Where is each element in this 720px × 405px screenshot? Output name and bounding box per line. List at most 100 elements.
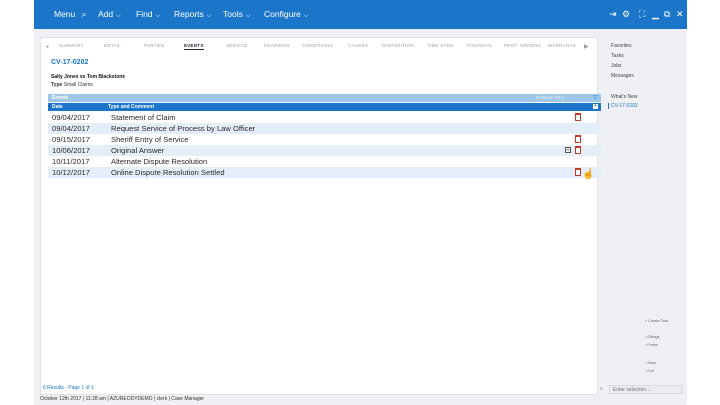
event-desc: Statement of Claim [111, 113, 176, 122]
action-create-task[interactable]: + Create Task [645, 319, 668, 323]
event-date: 10/12/2017 [52, 168, 91, 177]
case-type-value: Small Claims [63, 82, 93, 88]
action-label: Efilings [647, 335, 660, 339]
event-date: 09/15/2017 [52, 135, 91, 144]
event-desc: Request Service of Process by Law Office… [111, 124, 256, 133]
status-bar: October 12th 2017 | 11:28 am | AZUREODYD… [40, 396, 205, 402]
action-efilings[interactable]: › Efilings [645, 335, 660, 339]
search-icon[interactable]: ⌕ [82, 9, 87, 19]
panel-resize-icon[interactable]: ≡ [600, 386, 603, 392]
event-date: 09/04/2017 [52, 124, 91, 133]
app-window: Menu ⌕ Add ⌵ Find ⌵ Reports ⌵ Tools ⌵ Config… [34, 0, 687, 405]
tab-hearings[interactable]: HEARINGS [264, 43, 290, 48]
minimize-icon[interactable]: ▁ [652, 9, 659, 20]
sidebar-item-messages[interactable]: Messages [611, 73, 634, 79]
restore-icon[interactable]: ⧉ [664, 9, 670, 20]
document-icon[interactable] [575, 135, 581, 143]
events-section-header: Events Collapse Print ▽ [48, 94, 601, 102]
chevron-down-icon: ⌵ [245, 13, 251, 19]
tab-service[interactable]: SERVICE [226, 43, 247, 48]
case-number[interactable]: CV-17-0202 [51, 59, 88, 66]
find-menu[interactable]: Find ⌵ [136, 9, 160, 20]
hand-cursor-icon: ☝ [582, 169, 595, 180]
selection-input[interactable]: Enter selection... [609, 385, 683, 394]
history-icon[interactable]: H [565, 147, 571, 153]
action-label: Forms [647, 343, 659, 347]
sidebar-item-jobs[interactable]: Jobs [611, 63, 622, 69]
find-label: Find [136, 9, 153, 19]
event-desc: Original Answer [111, 146, 165, 155]
results-count: 6 Results - Page 1 of 1 [43, 385, 94, 391]
tab-detail[interactable]: DETAIL [104, 43, 121, 48]
table-row[interactable]: 10/11/2017 Alternate Dispute Resolution [48, 156, 601, 167]
menu-label: Menu [54, 9, 76, 19]
column-header-date[interactable]: Date [52, 104, 63, 110]
tab-scroll-right-icon[interactable]: ▶ [584, 43, 589, 50]
action-save[interactable]: › Save [645, 361, 656, 365]
login-icon[interactable]: ⇥ [609, 9, 617, 20]
configure-menu[interactable]: Configure ⌵ [264, 9, 308, 20]
case-panel: ● SUMMARY DETAIL PARTIES EVENTS SERVICE … [40, 37, 603, 395]
column-header-type[interactable]: Type and Comment [108, 104, 154, 110]
tab-causes[interactable]: CAUSES [348, 43, 368, 48]
case-type: Type Small Claims [51, 82, 93, 88]
close-icon[interactable]: ✕ [676, 9, 684, 20]
tools-menu[interactable]: Tools ⌵ [223, 9, 250, 20]
reports-label: Reports [174, 9, 204, 19]
table-row[interactable]: 09/04/2017 Request Service of Process by… [48, 123, 601, 134]
document-icon[interactable] [575, 146, 581, 154]
table-row[interactable]: 10/12/2017 Online Dispute Resolution Set… [48, 167, 601, 178]
whats-new-item[interactable]: CV-17-0202 [608, 103, 638, 109]
case-title: Sally Jones vs Tom Blackstone [51, 74, 126, 80]
tab-financial[interactable]: FINANCIAL [467, 43, 493, 48]
top-nav-bar: Menu ⌕ Add ⌵ Find ⌵ Reports ⌵ Tools ⌵ Config… [34, 0, 687, 29]
sidebar-item-favorites[interactable]: Favorites [611, 43, 632, 49]
add-menu[interactable]: Add ⌵ [98, 9, 121, 20]
event-desc: Online Dispute Resolution Settled [111, 168, 225, 177]
sidebar-item-tasks[interactable]: Tasks [611, 53, 624, 59]
action-label: Save [647, 361, 656, 365]
action-forms[interactable]: › Forms [645, 343, 658, 347]
action-label: Create Task [648, 319, 669, 323]
events-toolbar[interactable]: Collapse Print [536, 95, 564, 100]
event-date: 09/04/2017 [52, 113, 91, 122]
tab-parties[interactable]: PARTIES [144, 43, 165, 48]
action-exit[interactable]: › Exit [645, 369, 654, 373]
configure-label: Configure [264, 9, 301, 19]
tab-conditions[interactable]: CONDITIONS [302, 43, 333, 48]
expand-icon[interactable]: ⛶ [639, 9, 645, 20]
tab-summary[interactable]: SUMMARY [59, 43, 84, 48]
tab-events[interactable]: EVENTS [184, 43, 204, 50]
gear-icon[interactable]: ⚙ [622, 9, 630, 20]
event-date: 10/06/2017 [52, 146, 91, 155]
menu-button[interactable]: Menu ⌕ [54, 9, 86, 20]
event-desc: Alternate Dispute Resolution [111, 157, 208, 166]
add-event-icon[interactable]: + [593, 104, 598, 109]
events-title: Events [52, 95, 69, 101]
tools-label: Tools [223, 9, 243, 19]
tab-warrants[interactable]: WARRANTS [548, 43, 576, 48]
tab-time-stds[interactable]: TIME STDS [427, 43, 453, 48]
action-label: Exit [647, 369, 654, 373]
document-icon[interactable] [575, 113, 581, 121]
reports-menu[interactable]: Reports ⌵ [174, 9, 211, 20]
table-row[interactable]: 09/15/2017 Sheriff Entry of Service [48, 134, 601, 145]
case-type-label: Type [51, 82, 63, 88]
tab-prot-orders[interactable]: PROT. ORDERS [504, 43, 541, 48]
chevron-down-icon: ⌵ [116, 13, 121, 19]
events-table-body: 09/04/2017 Statement of Claim 09/04/2017… [48, 112, 601, 178]
table-row[interactable]: 10/06/2017 Original Answer H [48, 145, 601, 156]
filter-icon[interactable]: ▽ [593, 94, 598, 101]
chevron-down-icon: ⌵ [155, 13, 161, 19]
chevron-down-icon: ⌵ [303, 13, 309, 19]
chevron-down-icon: ⌵ [206, 13, 212, 19]
table-row[interactable]: 09/04/2017 Statement of Claim [48, 112, 601, 123]
right-sidebar: Favorites Tasks Jobs Messages What's New… [605, 37, 687, 395]
case-tabs: SUMMARY DETAIL PARTIES EVENTS SERVICE HE… [41, 43, 599, 55]
tab-disposition[interactable]: DISPOSITION [382, 43, 414, 48]
add-label: Add [98, 9, 114, 19]
events-table-header: Date Type and Comment + [48, 103, 601, 111]
whats-new-heading: What's New [611, 94, 638, 100]
event-desc: Sheriff Entry of Service [111, 135, 189, 144]
document-icon[interactable] [575, 168, 581, 176]
